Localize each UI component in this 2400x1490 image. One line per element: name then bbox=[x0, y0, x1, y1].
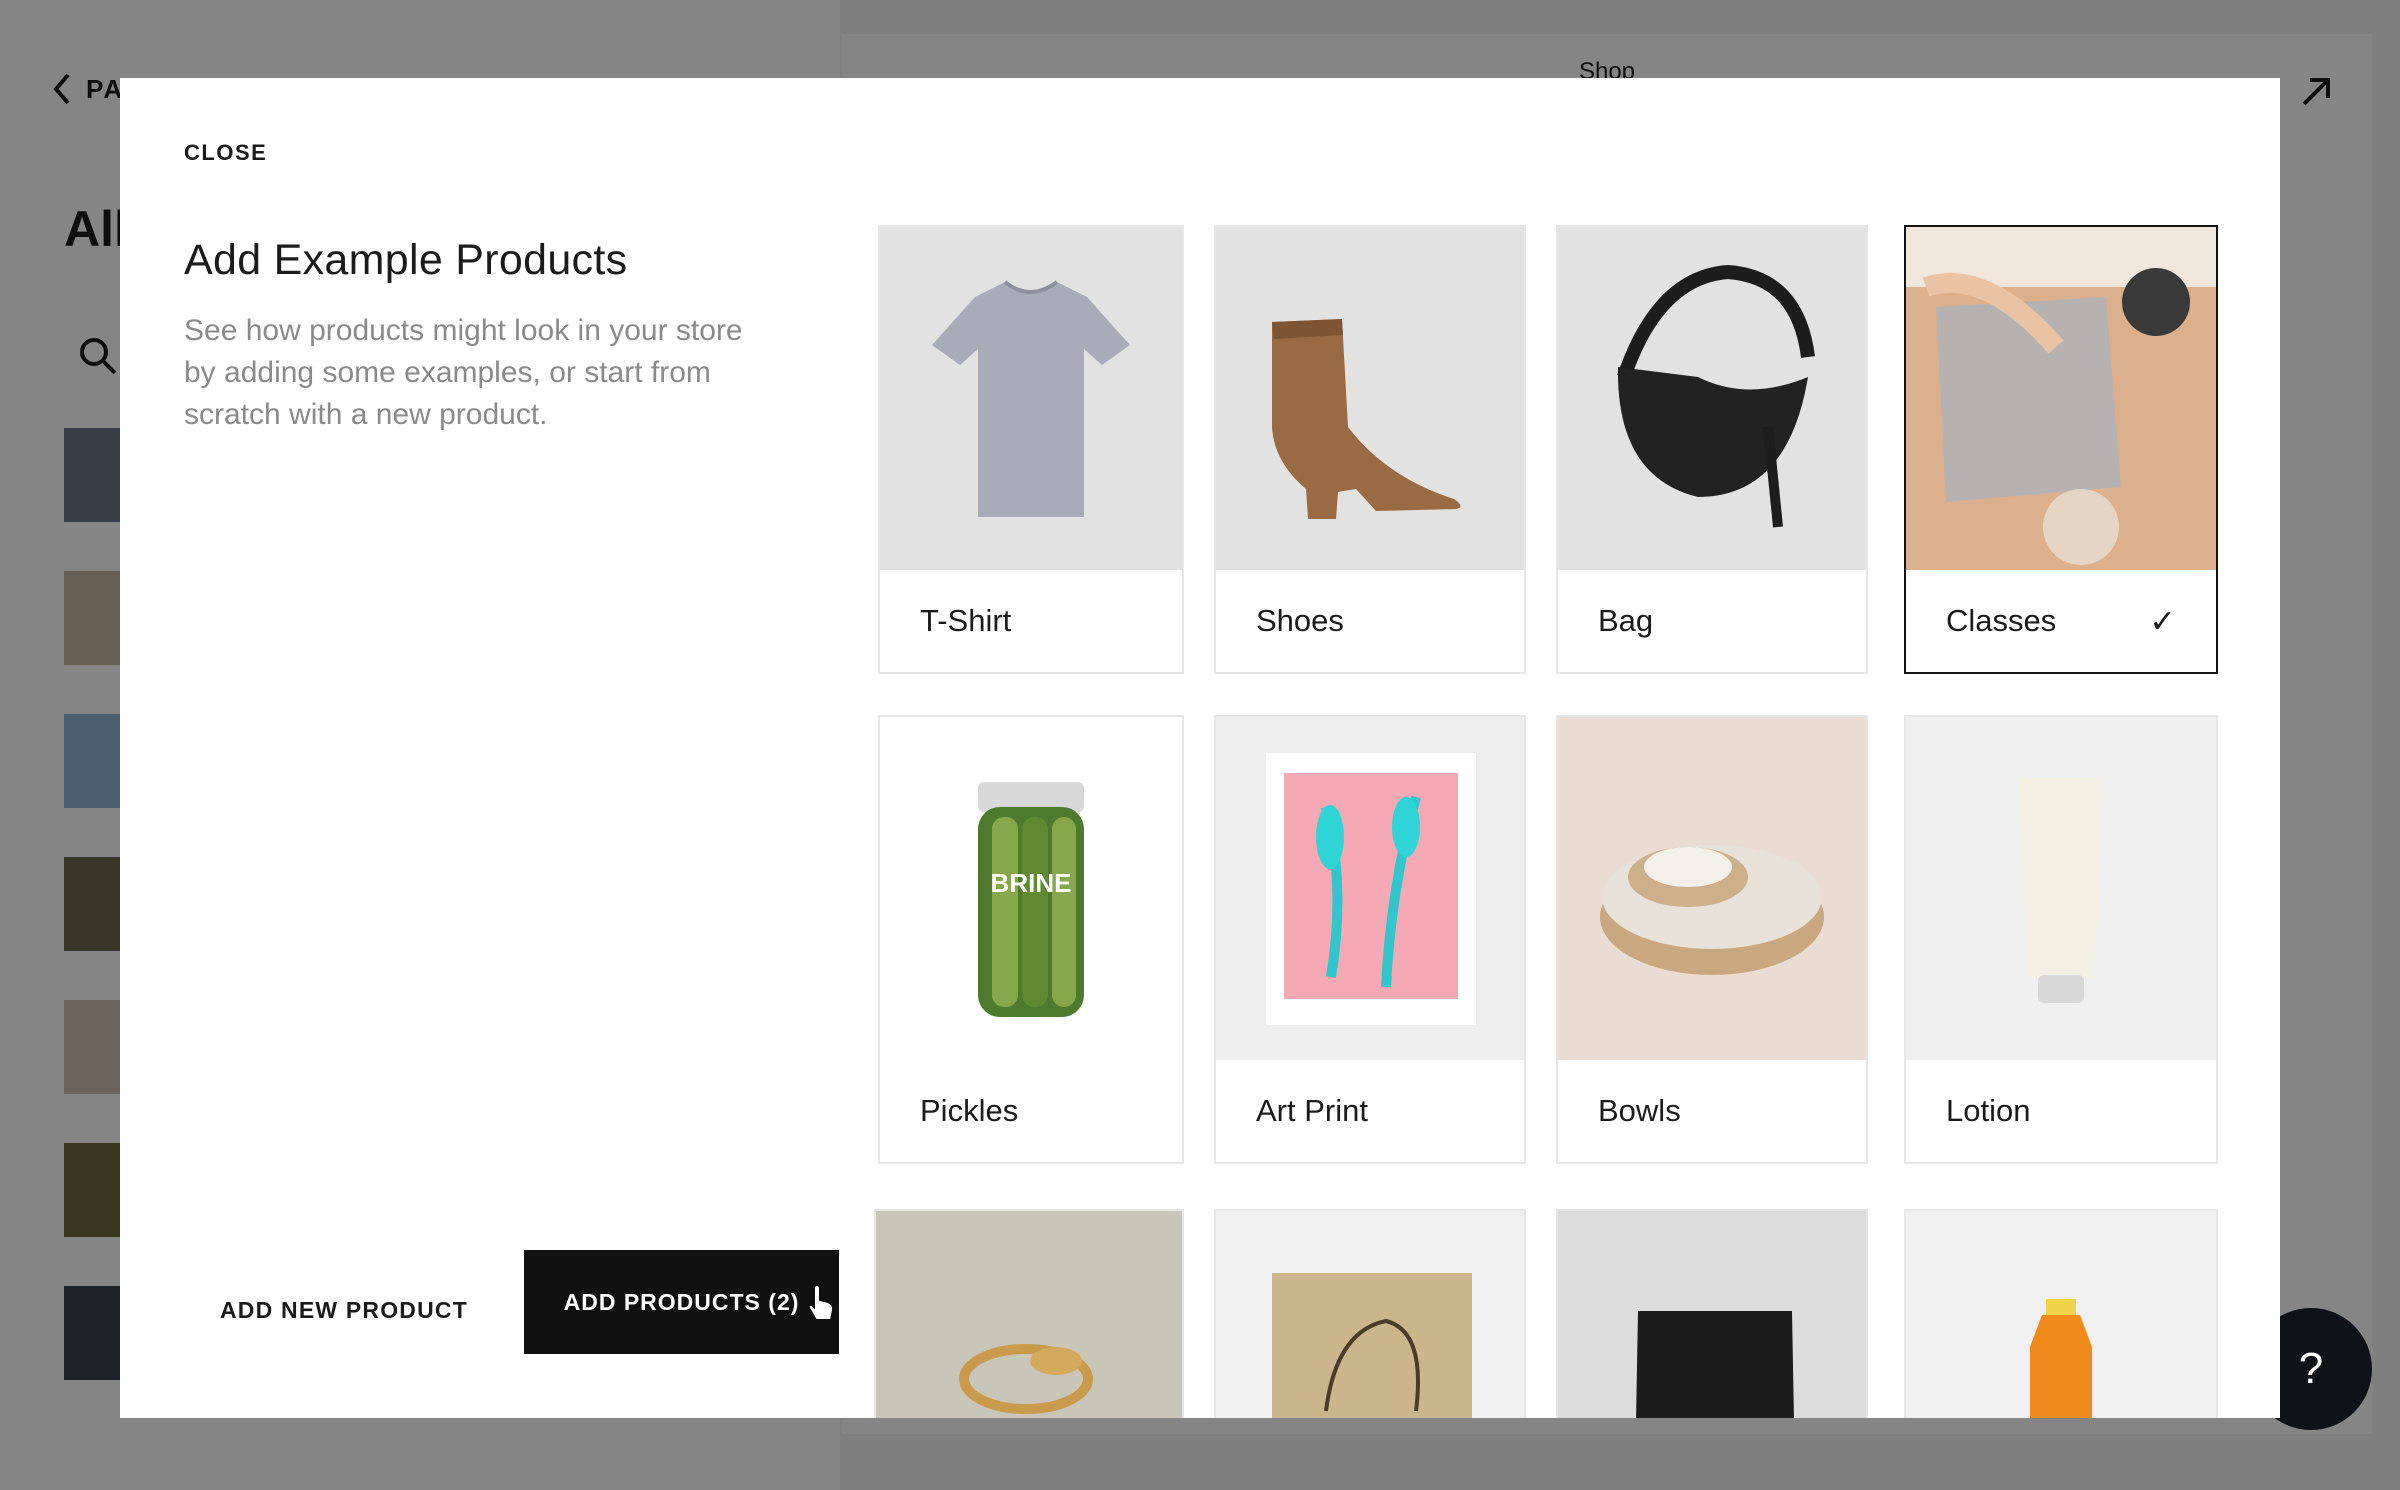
product-label: Bowls bbox=[1598, 1093, 1681, 1128]
product-card-tshirt[interactable]: T-Shirt bbox=[878, 225, 1184, 674]
product-label: T-Shirt bbox=[920, 603, 1012, 638]
ring-image bbox=[876, 1211, 1182, 1418]
add-example-products-modal: CLOSE Add Example Products See how produ… bbox=[120, 78, 2280, 1418]
art-print-image bbox=[1216, 717, 1524, 1060]
product-label: Art Print bbox=[1256, 1093, 1368, 1128]
classes-image bbox=[1906, 227, 2216, 570]
product-card-shoes[interactable]: Shoes bbox=[1214, 225, 1526, 674]
product-card-wallet[interactable] bbox=[1556, 1209, 1868, 1418]
product-card-lotion[interactable]: Lotion bbox=[1904, 715, 2218, 1164]
svg-text:BRINE: BRINE bbox=[991, 868, 1072, 898]
hand-cursor-icon bbox=[807, 1284, 835, 1321]
product-label: Classes bbox=[1946, 603, 2057, 638]
add-products-button[interactable]: ADD PRODUCTS (2) bbox=[524, 1250, 839, 1354]
product-card-bag[interactable]: Bag bbox=[1556, 225, 1868, 674]
drawing-image bbox=[1216, 1211, 1524, 1418]
product-card-classes[interactable]: Classes ✓ bbox=[1904, 225, 2218, 674]
wallet-image bbox=[1558, 1211, 1866, 1418]
tshirt-image bbox=[880, 227, 1182, 570]
modal-title: Add Example Products bbox=[184, 236, 628, 284]
checkmark-icon: ✓ bbox=[2149, 603, 2176, 639]
product-label: Bag bbox=[1598, 603, 1654, 638]
juice-image bbox=[1906, 1211, 2216, 1418]
add-new-product-button[interactable]: ADD NEW PRODUCT bbox=[220, 1290, 468, 1330]
pickles-image: BRINE bbox=[880, 717, 1182, 1060]
close-button[interactable]: CLOSE bbox=[184, 140, 267, 166]
lotion-image bbox=[1906, 717, 2216, 1060]
product-card-drawing[interactable] bbox=[1214, 1209, 1526, 1418]
shoes-image bbox=[1216, 227, 1524, 570]
bag-image bbox=[1558, 227, 1866, 570]
product-card-art-print[interactable]: Art Print bbox=[1214, 715, 1526, 1164]
product-card-juice[interactable] bbox=[1904, 1209, 2218, 1418]
bowls-image bbox=[1558, 717, 1866, 1060]
product-label: Pickles bbox=[920, 1093, 1019, 1128]
product-label: Shoes bbox=[1256, 603, 1344, 638]
product-card-pickles[interactable]: BRINE Pickles bbox=[878, 715, 1184, 1164]
product-card-bowls[interactable]: Bowls bbox=[1556, 715, 1868, 1164]
modal-description: See how products might look in your stor… bbox=[184, 314, 743, 431]
product-label: Lotion bbox=[1946, 1093, 2031, 1128]
product-card-ring[interactable] bbox=[874, 1209, 1184, 1418]
